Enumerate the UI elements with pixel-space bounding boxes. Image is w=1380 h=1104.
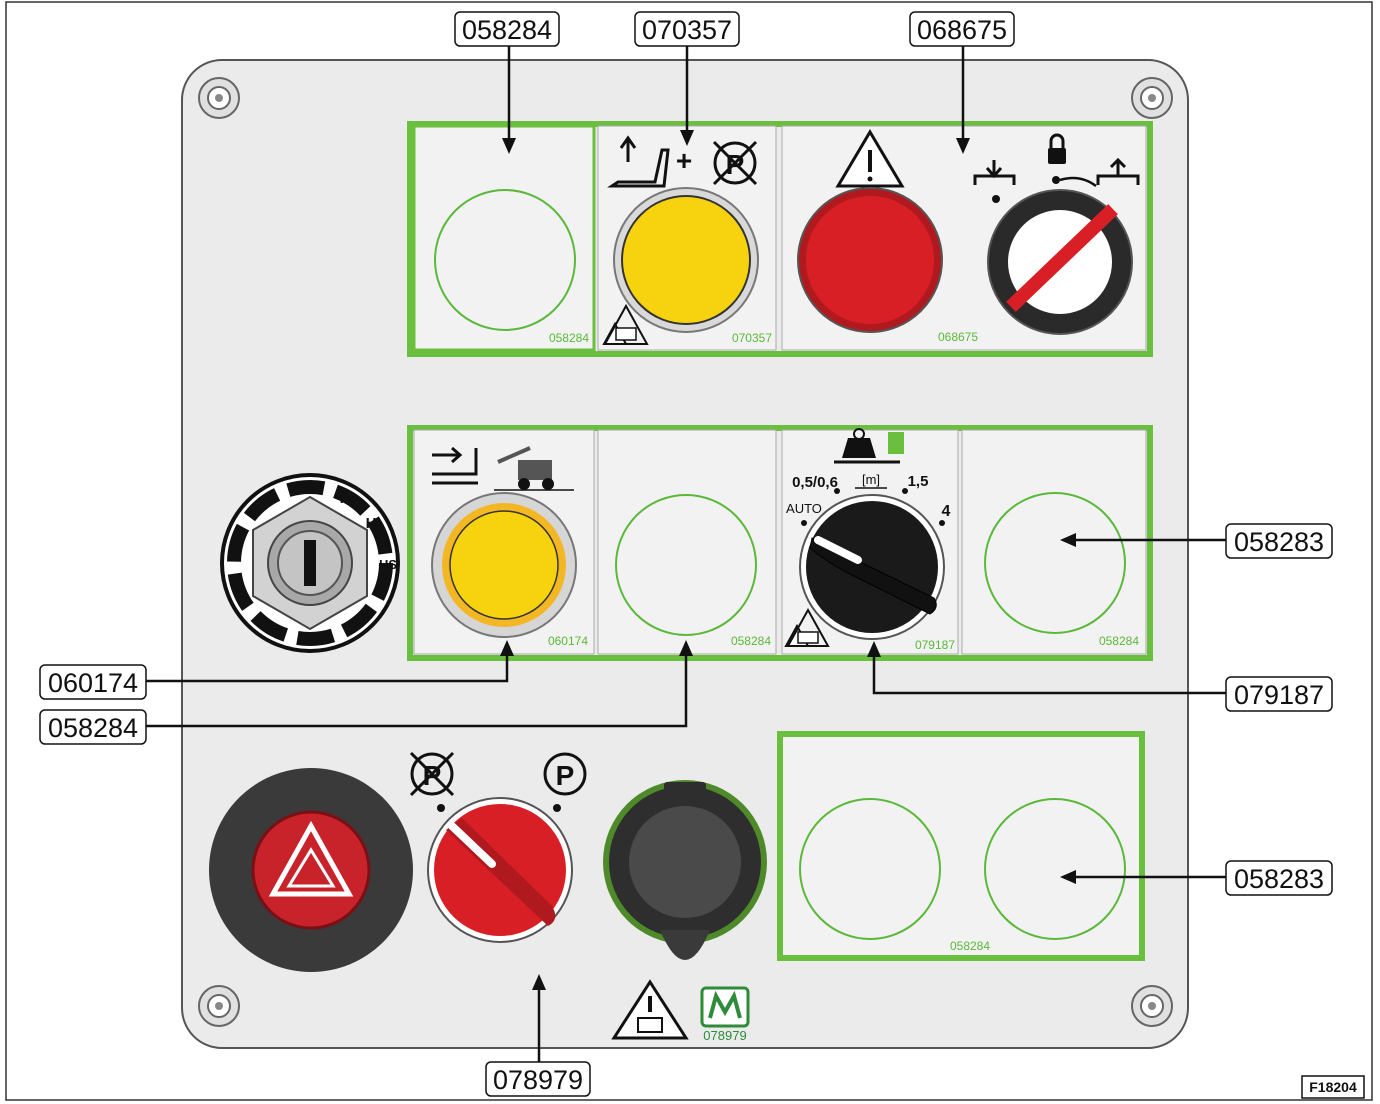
control-panel-diagram: 058284 + P 070357 068675 (5, 1, 1373, 1101)
decal-code: 058284 (549, 331, 589, 345)
position-dot (939, 520, 945, 526)
position-dot (553, 804, 561, 812)
manitou-logo-icon (700, 986, 750, 1028)
screw-icon (1131, 77, 1173, 119)
dial-value-3: 4 (942, 503, 951, 520)
svg-text:079187: 079187 (1234, 680, 1324, 710)
blank-decal-mid (597, 429, 777, 655)
dial-unit: [m] (862, 472, 880, 487)
socket-cap (629, 806, 741, 918)
key-pos-r: R (340, 490, 351, 507)
plus-symbol: + (676, 145, 692, 176)
svg-text:058283: 058283 (1234, 527, 1324, 557)
position-dot (437, 804, 445, 812)
decal-code: 070357 (732, 331, 772, 345)
svg-text:070357: 070357 (642, 15, 732, 45)
svg-text:078979: 078979 (493, 1065, 583, 1095)
svg-text:068675: 068675 (917, 15, 1007, 45)
figure-id: F18204 (1309, 1079, 1357, 1095)
decal-code: 058284 (731, 634, 771, 648)
key-pos-h: H (366, 515, 377, 532)
key-slot-icon (304, 540, 316, 586)
position-dot (1052, 176, 1060, 184)
position-dot (801, 520, 807, 526)
position-dot (834, 488, 840, 494)
screw-icon (198, 77, 240, 119)
position-dot (992, 195, 1000, 203)
screw-icon (198, 985, 240, 1027)
decal-code: 058284 (950, 939, 990, 953)
decal-code: 058284 (1099, 634, 1139, 648)
decal-code: 079187 (915, 638, 955, 652)
svg-text:P: P (556, 760, 575, 791)
blank-decal-mid-right (961, 429, 1147, 655)
dial-value-2: 1,5 (908, 473, 929, 490)
dial-value-1: 0,5/0,6 (792, 474, 838, 491)
decal-code: 078979 (703, 1028, 746, 1043)
fork-function-button[interactable] (449, 510, 559, 620)
dial-auto: AUTO (786, 501, 822, 516)
svg-text:058284: 058284 (462, 15, 552, 45)
svg-text:060174: 060174 (48, 668, 138, 698)
position-dot (902, 488, 908, 494)
emergency-stop-button[interactable] (806, 196, 934, 324)
svg-text:058284: 058284 (48, 713, 138, 743)
decal-code: 068675 (938, 330, 978, 344)
svg-text:058283: 058283 (1234, 864, 1324, 894)
load-selector-knob[interactable] (806, 501, 938, 633)
socket-hinge (664, 782, 706, 792)
blank-decal-top (412, 124, 596, 352)
screw-icon (1131, 985, 1173, 1027)
decal-code: 060174 (548, 634, 588, 648)
key-pos-hs: HS (379, 557, 397, 572)
blank-decal-bottom (777, 731, 1145, 961)
seat-confirm-button[interactable] (621, 195, 751, 325)
key-pos-0: 0 (308, 480, 316, 497)
